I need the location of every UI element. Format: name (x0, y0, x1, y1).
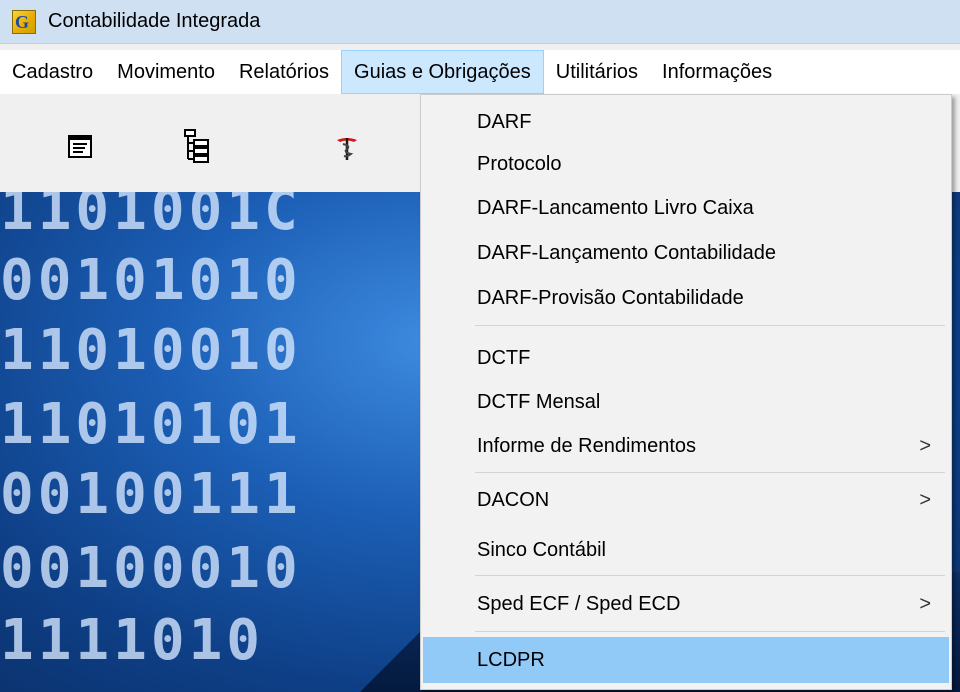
guias-obrigacoes-dropdown: DARF Protocolo DARF-Lancamento Livro Cai… (420, 94, 952, 690)
title-bar: G Contabilidade Integrada (0, 0, 960, 44)
app-g-icon[interactable]: G (12, 9, 36, 34)
menu-item-protocolo[interactable]: Protocolo (423, 141, 949, 187)
menu-utilitarios[interactable]: Utilitários (544, 50, 650, 94)
tree-icon[interactable] (182, 128, 212, 163)
menu-item-lcdpr[interactable]: LCDPR (423, 637, 949, 683)
menu-item-dctf-mensal[interactable]: DCTF Mensal (423, 379, 949, 425)
menu-separator (475, 472, 945, 473)
menu-item-informe-rendimentos[interactable]: Informe de Rendimentos > (423, 423, 949, 469)
chevron-right-icon: > (919, 593, 931, 615)
form-icon[interactable] (66, 132, 96, 162)
medical-icon[interactable] (334, 134, 364, 164)
menu-item-sped-ecf-ecd[interactable]: Sped ECF / Sped ECD > (423, 581, 949, 627)
menu-item-darf-lancamento-contabilidade[interactable]: DARF-Lançamento Contabilidade (423, 230, 949, 276)
menu-item-darf[interactable]: DARF (423, 99, 949, 145)
menu-item-darf-livro-caixa[interactable]: DARF-Lancamento Livro Caixa (423, 185, 949, 231)
menu-separator (475, 325, 945, 326)
menu-informacoes[interactable]: Informações (650, 50, 784, 94)
menu-item-dacon[interactable]: DACON > (423, 477, 949, 523)
menu-bar: Cadastro Movimento Relatórios Guias e Ob… (0, 50, 960, 94)
chevron-right-icon: > (919, 489, 931, 511)
menu-relatorios[interactable]: Relatórios (227, 50, 341, 94)
menu-guias-obrigacoes[interactable]: Guias e Obrigações (341, 50, 544, 94)
menu-movimento[interactable]: Movimento (105, 50, 227, 94)
menu-separator (475, 575, 945, 576)
chevron-right-icon: > (919, 435, 931, 457)
menu-separator (475, 631, 945, 632)
menu-item-darf-provisao-contabilidade[interactable]: DARF-Provisão Contabilidade (423, 275, 949, 321)
menu-item-dctf[interactable]: DCTF (423, 335, 949, 381)
menu-item-sinco-contabil[interactable]: Sinco Contábil (423, 527, 949, 573)
window-title: Contabilidade Integrada (48, 10, 261, 32)
menu-cadastro[interactable]: Cadastro (0, 50, 105, 94)
